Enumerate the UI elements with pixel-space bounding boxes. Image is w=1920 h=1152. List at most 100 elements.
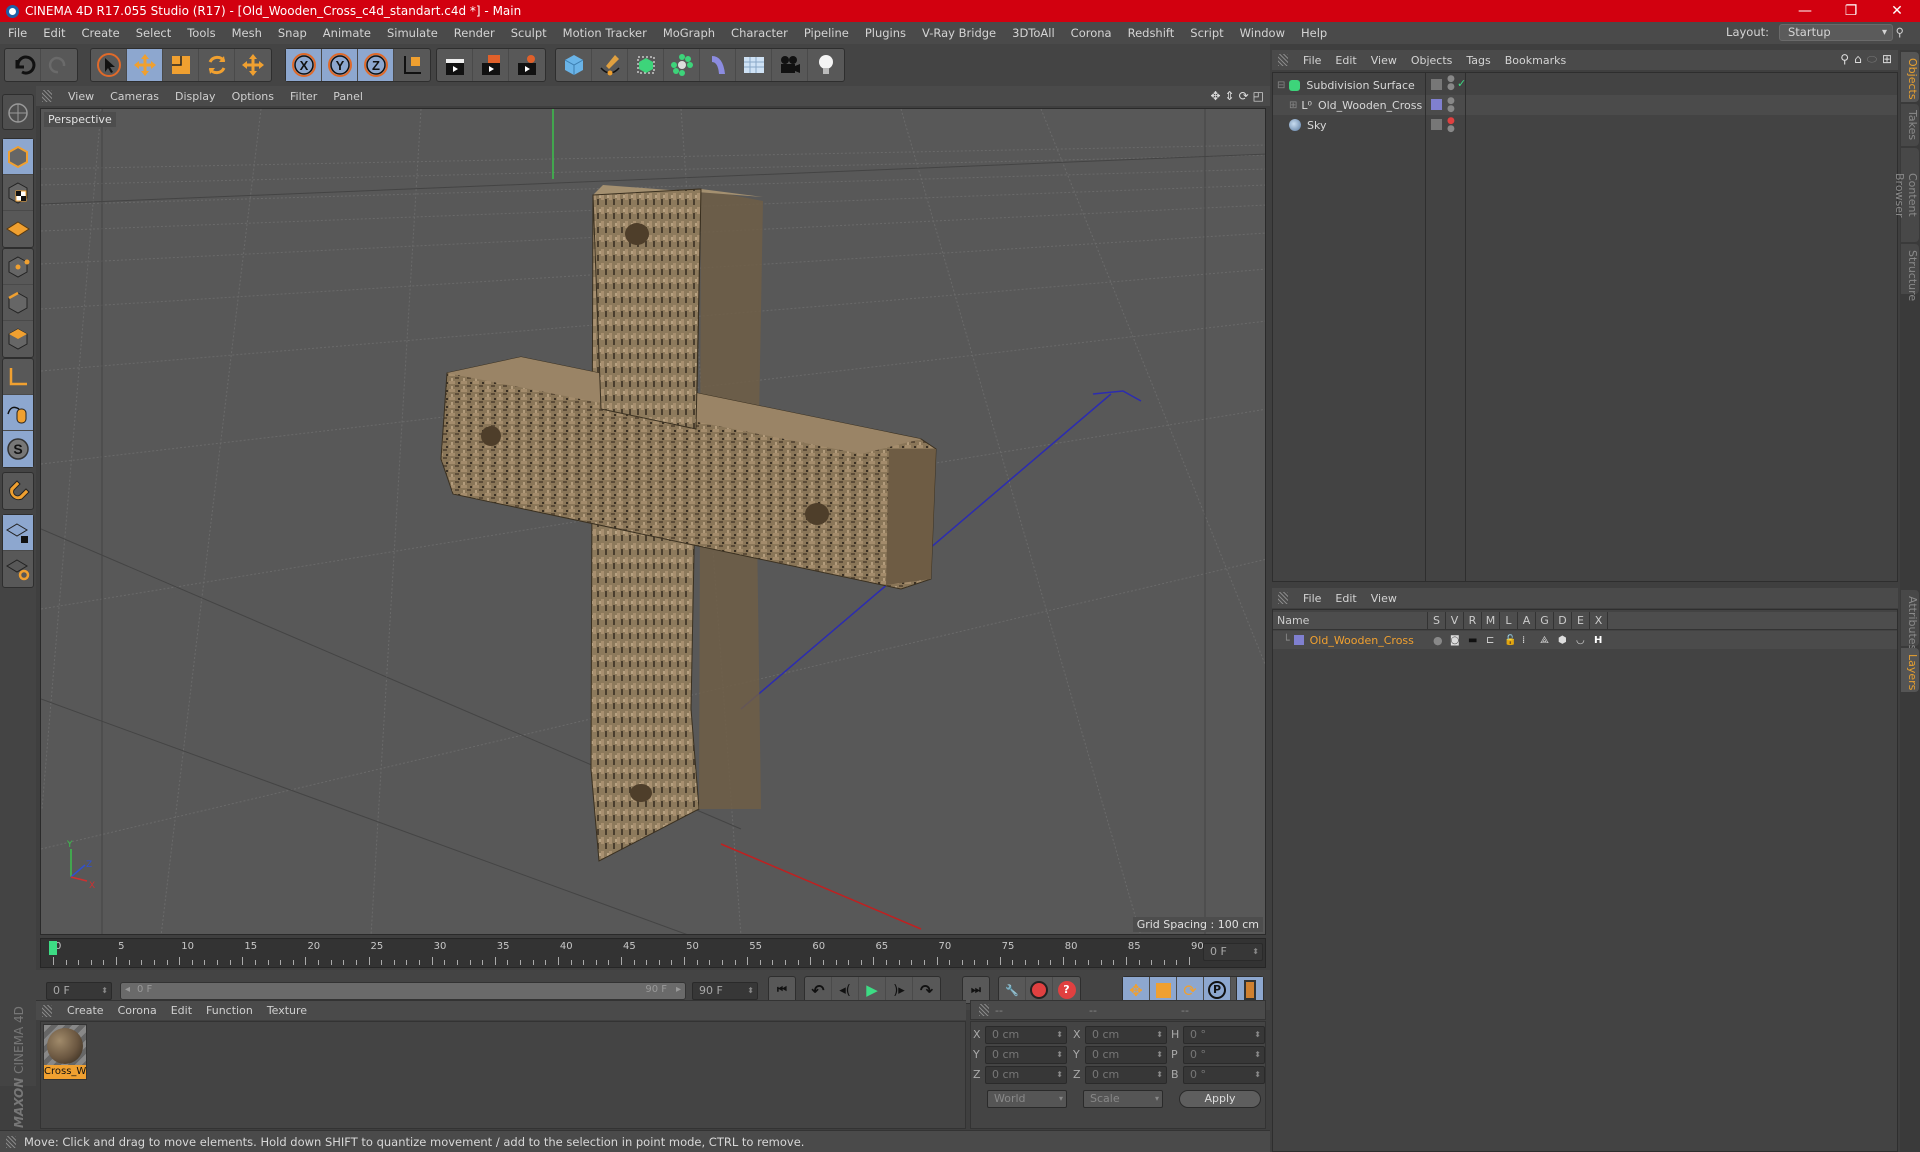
- pan-view-icon[interactable]: ✥: [1210, 89, 1220, 103]
- tweak-mode-button[interactable]: [3, 395, 33, 431]
- viewport-menu-display[interactable]: Display: [167, 90, 224, 103]
- light-button[interactable]: [808, 49, 844, 81]
- tab-structure[interactable]: Structure: [1901, 244, 1919, 301]
- expression-icon[interactable]: ◡: [1576, 635, 1585, 646]
- menu-edit[interactable]: Edit: [35, 26, 73, 40]
- pen-spline-button[interactable]: [592, 49, 628, 81]
- col-xrefs[interactable]: X: [1590, 611, 1608, 630]
- menu-sculpt[interactable]: Sculpt: [503, 26, 555, 40]
- menu-simulate[interactable]: Simulate: [379, 26, 446, 40]
- layers-menu-view[interactable]: View: [1364, 592, 1404, 605]
- layers-menu-edit[interactable]: Edit: [1328, 592, 1363, 605]
- material-swatch[interactable]: Cross_W: [43, 1024, 87, 1080]
- model-mode-button[interactable]: [3, 139, 33, 175]
- drag-handle-icon[interactable]: [979, 1004, 989, 1016]
- viewport-menu-options[interactable]: Options: [224, 90, 282, 103]
- layout-dropdown[interactable]: Startup: [1779, 24, 1893, 41]
- objects-menu-edit[interactable]: Edit: [1328, 54, 1363, 67]
- coord-value-field[interactable]: 0 cm ⬍: [985, 1046, 1067, 1064]
- coord-value-field[interactable]: 0 ° ⬍: [1183, 1026, 1265, 1044]
- collapse-toggle-icon[interactable]: ⊟: [1277, 80, 1285, 91]
- lock-icon[interactable]: 🔓: [1504, 635, 1516, 646]
- coord-value-field[interactable]: 0 cm ⬍: [1085, 1066, 1167, 1084]
- col-render[interactable]: R: [1464, 611, 1482, 630]
- snapping-button[interactable]: [3, 473, 33, 509]
- axis-mode-button[interactable]: [3, 359, 33, 395]
- material-menu-corona[interactable]: Corona: [111, 1004, 164, 1017]
- solo-mode-button[interactable]: S: [3, 431, 33, 467]
- menu-help[interactable]: Help: [1293, 26, 1335, 40]
- render-view-button[interactable]: [437, 49, 473, 81]
- layer-slot-icon[interactable]: [1431, 119, 1442, 130]
- objects-menu-tags[interactable]: Tags: [1459, 54, 1497, 67]
- objects-menu-view[interactable]: View: [1364, 54, 1404, 67]
- lock-workplane-button[interactable]: [3, 515, 33, 551]
- viewport-menu-panel[interactable]: Panel: [325, 90, 371, 103]
- z-axis-button[interactable]: Z: [358, 49, 394, 81]
- search-icon[interactable]: ⚲: [1840, 52, 1849, 67]
- drag-handle-icon[interactable]: [42, 1004, 52, 1017]
- material-menu-create[interactable]: Create: [60, 1004, 111, 1017]
- transform-mode-dropdown[interactable]: Scale ▾: [1083, 1090, 1163, 1108]
- menu-file[interactable]: File: [0, 26, 35, 40]
- cube-button[interactable]: [556, 49, 592, 81]
- object-row-subdivision-surface[interactable]: ⊟ Subdivision Surface ● ● ✓: [1273, 75, 1897, 95]
- minimize-button[interactable]: —: [1782, 0, 1828, 22]
- layer-name[interactable]: Old_Wooden_Cross: [1310, 634, 1414, 647]
- object-row-old-wooden-cross[interactable]: ⊞ L⁰ Old_Wooden_Cross ● ●: [1273, 95, 1897, 115]
- deformer-button[interactable]: [700, 49, 736, 81]
- material-menu-texture[interactable]: Texture: [260, 1004, 314, 1017]
- range-left-arrow-icon[interactable]: ◂: [125, 984, 130, 995]
- menu-window[interactable]: Window: [1232, 26, 1293, 40]
- column-divider[interactable]: [1425, 72, 1426, 582]
- menu-animate[interactable]: Animate: [315, 26, 379, 40]
- manager-hierarchy-icon[interactable]: ⊏: [1486, 635, 1494, 646]
- x-axis-button[interactable]: X: [286, 49, 322, 81]
- menu-mesh[interactable]: Mesh: [224, 26, 270, 40]
- coord-value-field[interactable]: 0 cm ⬍: [1085, 1026, 1167, 1044]
- menu-create[interactable]: Create: [74, 26, 128, 40]
- objects-menu-file[interactable]: File: [1296, 54, 1328, 67]
- generator-icon[interactable]: ⟁: [1540, 635, 1549, 646]
- search-icon[interactable]: ⚲: [1888, 25, 1912, 39]
- coord-value-field[interactable]: 0 cm ⬍: [985, 1066, 1067, 1084]
- tab-objects[interactable]: Objects: [1901, 52, 1919, 102]
- tab-takes[interactable]: Takes: [1901, 104, 1919, 146]
- coord-value-field[interactable]: 0 ° ⬍: [1183, 1066, 1265, 1084]
- menu-3dtoall[interactable]: 3DToAll: [1004, 26, 1063, 40]
- layer-color-swatch[interactable]: [1293, 635, 1304, 645]
- redo-button[interactable]: [41, 49, 77, 81]
- home-icon[interactable]: ⌂: [1854, 52, 1862, 67]
- viewport-menu-view[interactable]: View: [60, 90, 102, 103]
- new-view-icon[interactable]: ⊞: [1882, 52, 1892, 67]
- workplane-mode-button[interactable]: [3, 211, 33, 247]
- render-settings-button[interactable]: [509, 49, 545, 81]
- objects-menu-bookmarks[interactable]: Bookmarks: [1498, 54, 1573, 67]
- col-visible[interactable]: V: [1446, 611, 1464, 630]
- visibility-dots-icon[interactable]: ● ●: [1447, 75, 1455, 92]
- object-name[interactable]: Sky: [1307, 119, 1326, 132]
- camera-button[interactable]: [772, 49, 808, 81]
- coordinate-mode-dropdown[interactable]: World ▾: [987, 1090, 1067, 1108]
- xref-icon[interactable]: H: [1594, 635, 1602, 646]
- tab-layers[interactable]: Layers: [1901, 648, 1919, 692]
- texture-mode-button[interactable]: [3, 175, 33, 211]
- tab-attributes[interactable]: Attributes: [1901, 590, 1919, 650]
- menu-snap[interactable]: Snap: [270, 26, 315, 40]
- eye-icon[interactable]: ⬭: [1867, 52, 1877, 67]
- visibility-dots-icon[interactable]: ● ●: [1447, 97, 1455, 114]
- coord-value-field[interactable]: 0 ° ⬍: [1183, 1046, 1265, 1064]
- menu-vray-bridge[interactable]: V-Ray Bridge: [914, 26, 1004, 40]
- col-solo[interactable]: S: [1428, 611, 1446, 630]
- workplane-align-button[interactable]: [3, 551, 33, 587]
- drag-handle-icon[interactable]: [1278, 54, 1288, 66]
- y-axis-button[interactable]: Y: [322, 49, 358, 81]
- object-row-sky[interactable]: Sky ● ●: [1273, 115, 1897, 135]
- playhead-marker[interactable]: [49, 941, 57, 955]
- col-manager[interactable]: M: [1482, 611, 1500, 630]
- deformer-icon[interactable]: ⬢: [1558, 635, 1567, 646]
- cloner-button[interactable]: [664, 49, 700, 81]
- menu-character[interactable]: Character: [723, 26, 796, 40]
- material-menu-edit[interactable]: Edit: [164, 1004, 199, 1017]
- make-editable-button[interactable]: [3, 95, 33, 131]
